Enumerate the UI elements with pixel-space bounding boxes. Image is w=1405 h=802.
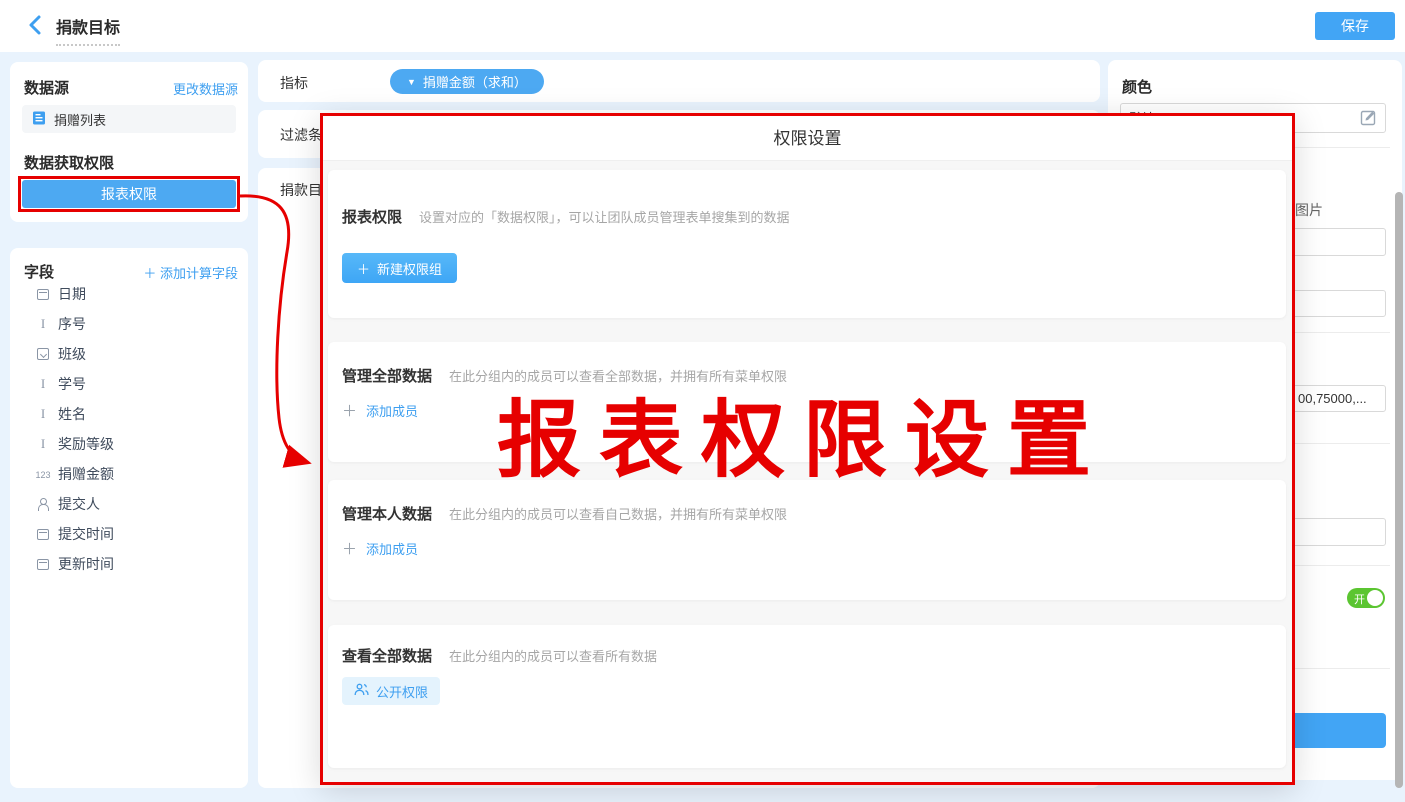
section-desc: 设置对应的「数据权限」，可以让团队成员管理表单搜集到的数据: [419, 207, 790, 226]
toggle-label: 开: [1354, 591, 1365, 607]
modal-section-manage-all: 管理全部数据 在此分组内的成员可以查看全部数据，并拥有所有菜单权限 ＋ 添加成员: [328, 342, 1286, 462]
text-icon: [28, 435, 58, 453]
datasource-item[interactable]: 捐赠列表: [22, 105, 236, 133]
field-item[interactable]: 更新时间: [10, 549, 248, 579]
scrollbar-thumb[interactable]: [1395, 192, 1403, 788]
plus-icon: ＋: [342, 400, 357, 421]
page-title[interactable]: 捐款目标: [56, 14, 120, 46]
field-item[interactable]: 学号: [10, 369, 248, 399]
field-item[interactable]: 奖励等级: [10, 429, 248, 459]
add-member-link[interactable]: ＋ 添加成员: [342, 538, 418, 559]
section-desc: 在此分组内的成员可以查看全部数据，并拥有所有菜单权限: [449, 366, 787, 385]
section-title: 报表权限: [342, 206, 402, 227]
fields-card: 字段 ＋ 添加计算字段 日期 序号 班级 学号 姓名 奖励等级 捐赠金额 提交人…: [10, 248, 248, 788]
color-heading: 颜色: [1122, 76, 1152, 97]
plus-icon: ＋: [357, 259, 370, 278]
datasource-item-label: 捐赠列表: [54, 110, 106, 129]
field-item[interactable]: 提交人: [10, 489, 248, 519]
app-root: 捐款目标 保存 数据源 更改数据源 捐赠列表 数据获取权限 报表权限 字段 ＋ …: [0, 0, 1405, 802]
change-datasource-link[interactable]: 更改数据源: [173, 79, 238, 98]
datasource-heading: 数据源: [24, 77, 69, 98]
metric-label: 指标: [280, 73, 308, 93]
public-permission-button[interactable]: 公开权限: [342, 677, 440, 705]
datasource-card: 数据源 更改数据源 捐赠列表 数据获取权限 报表权限: [10, 62, 248, 222]
add-member-link[interactable]: ＋ 添加成员: [342, 400, 418, 421]
calendar-icon: [28, 529, 58, 540]
people-icon: [354, 683, 369, 699]
metric-card: 指标 ▼ 捐赠金额（求和）: [258, 60, 1100, 102]
toggle-on-switch[interactable]: 开: [1347, 588, 1385, 608]
field-item[interactable]: 捐赠金额: [10, 459, 248, 489]
field-item[interactable]: 日期: [10, 279, 248, 309]
text-icon: [28, 315, 58, 333]
text-icon: [28, 405, 58, 423]
modal-title: 权限设置: [323, 116, 1292, 161]
section-title: 管理全部数据: [342, 365, 432, 386]
section-desc: 在此分组内的成员可以查看所有数据: [449, 646, 657, 665]
access-heading: 数据获取权限: [24, 152, 114, 173]
metric-pill[interactable]: ▼ 捐赠金额（求和）: [390, 69, 544, 94]
toggle-knob: [1367, 590, 1383, 606]
caret-down-icon: ▼: [407, 77, 416, 87]
section-desc: 在此分组内的成员可以查看自己数据，并拥有所有菜单权限: [449, 504, 787, 523]
modal-section-manage-own: 管理本人数据 在此分组内的成员可以查看自己数据，并拥有所有菜单权限 ＋ 添加成员: [328, 480, 1286, 600]
report-permission-button[interactable]: 报表权限: [22, 180, 236, 208]
select-icon: [28, 348, 58, 360]
modal-header: 权限设置: [323, 116, 1292, 161]
image-label: 图片: [1295, 200, 1323, 220]
modal-section-report-permission: 报表权限 设置对应的「数据权限」，可以让团队成员管理表单搜集到的数据 ＋ 新建权…: [328, 170, 1286, 318]
save-button[interactable]: 保存: [1315, 12, 1395, 40]
new-permission-group-button[interactable]: ＋ 新建权限组: [342, 253, 457, 283]
permission-modal: 权限设置 报表权限 设置对应的「数据权限」，可以让团队成员管理表单搜集到的数据 …: [320, 113, 1295, 785]
modal-section-view-all: 查看全部数据 在此分组内的成员可以查看所有数据 公开权限: [328, 625, 1286, 768]
number-icon: [28, 465, 58, 483]
calendar-icon: [28, 559, 58, 570]
person-icon: [28, 498, 58, 510]
series-value: 00,75000,...: [1298, 391, 1367, 406]
section-title: 管理本人数据: [342, 503, 432, 524]
calendar-icon: [28, 289, 58, 300]
plus-icon: ＋: [342, 538, 357, 559]
field-item[interactable]: 提交时间: [10, 519, 248, 549]
field-item[interactable]: 班级: [10, 339, 248, 369]
topbar: 捐款目标 保存: [0, 0, 1405, 52]
edit-pencil-icon[interactable]: [1360, 109, 1377, 129]
section-title: 查看全部数据: [342, 645, 432, 666]
back-icon[interactable]: [26, 14, 46, 36]
document-icon: [32, 111, 46, 128]
field-item[interactable]: 序号: [10, 309, 248, 339]
text-icon: [28, 375, 58, 393]
field-item[interactable]: 姓名: [10, 399, 248, 429]
